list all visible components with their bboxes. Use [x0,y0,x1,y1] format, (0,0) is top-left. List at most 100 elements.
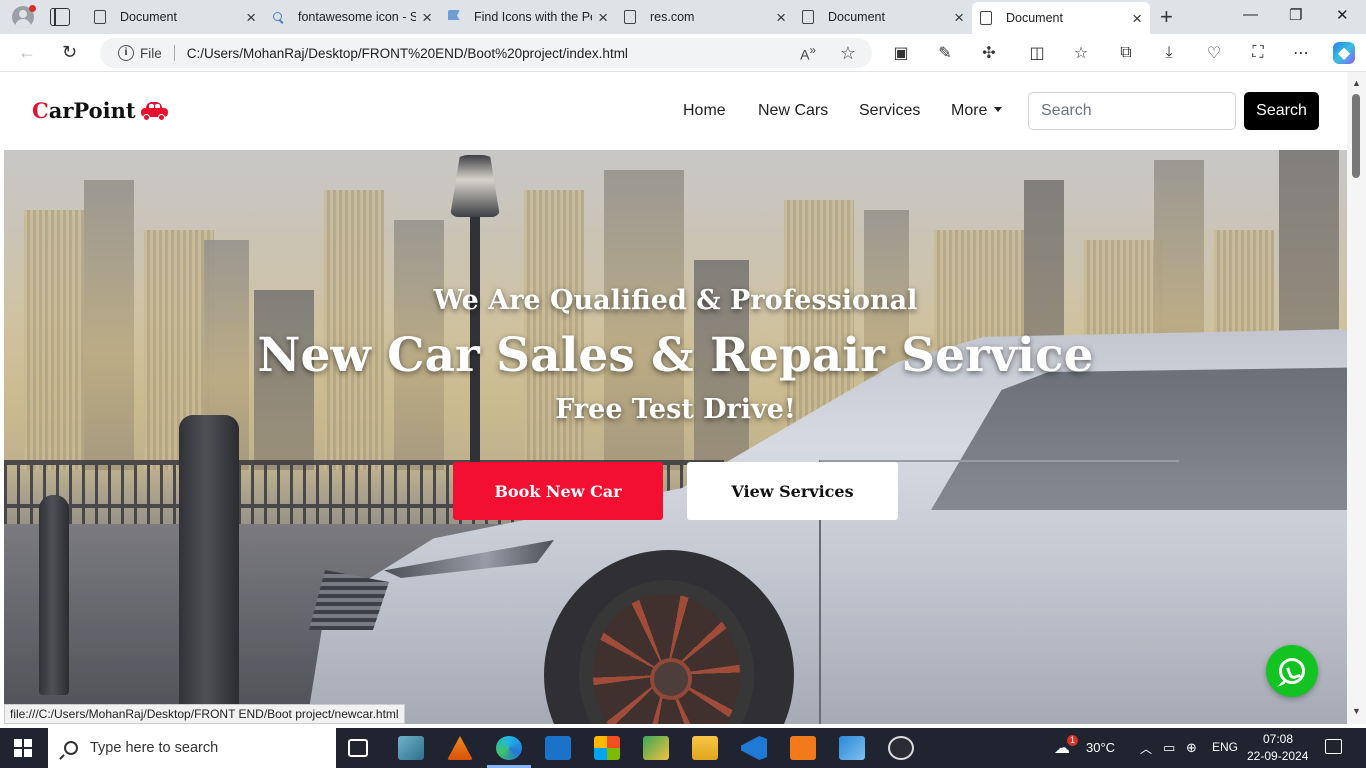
browser-tab-document-active[interactable]: Document × [972,2,1150,34]
new-tab-button[interactable]: + [1160,4,1173,30]
collections-icon[interactable]: ⧉ [1115,42,1137,64]
scroll-down-arrow-icon[interactable]: ▼ [1352,706,1361,716]
url-text[interactable]: C:/Users/MohanRaj/Desktop/FRONT%20END/Bo… [187,46,628,61]
search-icon [272,10,284,24]
nav-more-label: More [951,102,988,119]
browser-tab-find-icons[interactable]: Find Icons with the Pe × [440,2,616,32]
vscode-icon[interactable] [741,736,767,760]
notifications-icon[interactable] [1325,739,1342,754]
taskbar-search-box[interactable]: Type here to search [48,728,336,768]
close-tab-icon[interactable]: × [598,9,608,26]
chart-app-icon[interactable] [643,736,669,760]
close-tab-icon[interactable]: × [1132,10,1142,27]
more-menu-icon[interactable]: ⋯ [1290,42,1312,64]
chevron-up-icon[interactable]: ︿ [1140,740,1152,757]
network-globe-icon[interactable]: ⊕ [1186,740,1197,756]
hero-subline: Free Test Drive! [555,394,796,425]
battery-icon[interactable]: ▭ [1163,740,1175,756]
favorite-star-icon[interactable]: ☆ [840,43,856,64]
extensions-icon[interactable]: ✣ [978,42,1000,64]
split-screen-icon[interactable]: ◫ [1026,42,1048,64]
brand-name: arPoint [48,98,136,123]
nav-dropdown-more[interactable]: More [951,102,1003,120]
browser-essentials-icon[interactable]: ♡ [1203,42,1225,64]
minimize-button[interactable]: — [1243,6,1258,23]
windows-start-icon[interactable] [14,739,32,757]
browser-tab-document-2[interactable]: Document × [794,2,972,32]
reader-mode-icon[interactable]: ▣ [890,42,912,64]
browser-toolbar: ← ↻ i File C:/Users/MohanRaj/Desktop/FRO… [0,34,1366,72]
favorites-icon[interactable]: ☆ [1070,42,1092,64]
store-icon[interactable] [594,736,620,760]
screenshot-icon[interactable]: ⛶ [1247,42,1269,64]
hero-tagline: We Are Qualified & Professional [433,285,918,316]
nav-link-home[interactable]: Home [683,102,726,120]
clock-date[interactable]: 22-09-2024 [1247,749,1308,763]
file-explorer-icon[interactable] [692,736,718,760]
vlc-icon[interactable] [447,736,473,760]
flag-icon [448,10,460,21]
caret-down-icon [994,107,1003,112]
clock-time[interactable]: 07:08 [1263,732,1293,746]
profile-avatar-icon[interactable] [10,5,36,29]
book-new-car-button[interactable]: Book New Car [453,462,663,520]
photos-icon[interactable] [839,736,865,760]
browser-tab-document-1[interactable]: Document × [86,2,264,32]
tab-label: Document [120,10,177,24]
mail-icon[interactable] [545,736,571,760]
search-button[interactable]: Search [1244,92,1319,130]
scroll-up-arrow-icon[interactable]: ▲ [1352,78,1361,88]
page-icon [624,10,636,24]
task-view-icon[interactable] [348,739,368,757]
page-icon [94,10,106,24]
hero-overlay [4,150,1347,724]
temperature[interactable]: 30°C [1086,740,1115,755]
tab-label: Document [1006,11,1063,25]
windows-taskbar: Type here to search ☁ 1 30°C ︿ ▭ ⊕ ENG 0… [0,728,1366,768]
refresh-icon[interactable]: ↻ [62,42,77,63]
tab-label: res.com [650,10,695,24]
close-tab-icon[interactable]: × [776,9,786,26]
search-icon [64,741,78,755]
nav-link-new-cars[interactable]: New Cars [758,102,828,120]
weather-badge: 1 [1067,735,1078,746]
page-icon [980,11,992,25]
address-bar[interactable]: i File C:/Users/MohanRaj/Desktop/FRONT%2… [100,38,872,68]
info-icon[interactable]: i [118,45,134,61]
tab-label: Find Icons with the Pe [474,10,593,24]
back-arrow-icon[interactable]: ← [18,42,36,63]
copilot-icon[interactable]: ◆ [1333,42,1355,64]
whatsapp-icon [1279,658,1305,684]
notes-app-icon[interactable] [398,736,424,760]
page-scrollbar[interactable]: ▲ ▼ [1347,72,1366,724]
tab-label: fontawesome icon - S [298,10,417,24]
read-aloud-icon[interactable]: A» [800,44,816,63]
site-navbar: C arPoint Home New Cars Services More Se… [4,72,1347,150]
eyedropper-icon[interactable]: ✎ [934,42,956,64]
language-indicator[interactable]: ENG [1212,740,1238,754]
close-window-button[interactable]: ✕ [1336,6,1349,24]
tab-label: Document [828,10,885,24]
downloads-icon[interactable]: ⤓ [1158,42,1180,64]
edge-icon[interactable] [487,736,531,768]
page-viewport: C arPoint Home New Cars Services More Se… [4,72,1347,724]
orange-app-icon[interactable] [790,736,816,760]
media-player-icon[interactable] [888,736,914,760]
tab-actions-icon[interactable] [50,8,70,26]
nav-link-services[interactable]: Services [859,102,920,120]
browser-tab-fontawesome[interactable]: fontawesome icon - S × [264,2,440,32]
brand-logo[interactable]: C arPoint [32,98,168,123]
close-tab-icon[interactable]: × [246,9,256,26]
browser-tab-res[interactable]: res.com × [616,2,794,32]
status-bar-url: file:///C:/Users/MohanRaj/Desktop/FRONT … [4,704,405,724]
whatsapp-button[interactable] [1266,645,1318,697]
restore-button[interactable]: ❐ [1289,6,1302,24]
close-tab-icon[interactable]: × [422,9,432,26]
browser-tab-strip: Document × fontawesome icon - S × Find I… [0,0,1366,34]
scheme-label: File [140,45,162,61]
view-services-button[interactable]: View Services [687,462,898,520]
hero-banner: We Are Qualified & Professional New Car … [4,150,1347,724]
close-tab-icon[interactable]: × [954,9,964,26]
scrollbar-thumb[interactable] [1352,94,1360,178]
search-input[interactable] [1028,92,1236,130]
